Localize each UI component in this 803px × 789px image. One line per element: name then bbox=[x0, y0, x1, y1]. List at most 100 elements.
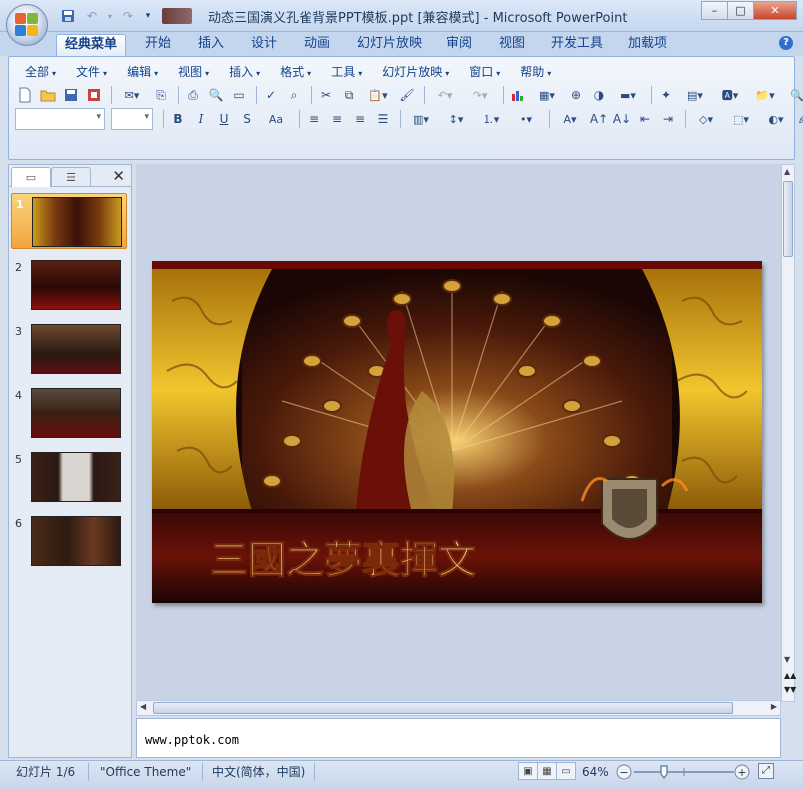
arrange-icon[interactable]: ⬚▾ bbox=[725, 109, 757, 129]
folder-icon[interactable]: 📁▾ bbox=[749, 85, 781, 105]
align-center-icon[interactable]: ≡ bbox=[327, 109, 347, 129]
help-icon[interactable]: ? bbox=[779, 36, 793, 50]
open-icon[interactable] bbox=[38, 85, 58, 105]
current-slide[interactable]: 三國之夢裏揮文 bbox=[152, 261, 762, 603]
zoom-tool-icon[interactable]: 🔍▾ bbox=[784, 85, 803, 105]
background-icon[interactable]: ▬▾ bbox=[612, 85, 644, 105]
save-tool-icon[interactable] bbox=[61, 85, 81, 105]
tab-classic-menu[interactable]: 经典菜单 bbox=[56, 34, 127, 56]
print-preview-icon[interactable]: 🔍 bbox=[206, 85, 226, 105]
scroll-right-icon[interactable]: ▶ bbox=[771, 702, 777, 711]
slide-thumbnail[interactable]: 1 bbox=[11, 193, 127, 249]
quick-styles-icon[interactable]: ◐▾ bbox=[760, 109, 792, 129]
align-left-icon[interactable]: ≡ bbox=[304, 109, 324, 129]
office-button[interactable] bbox=[6, 4, 48, 46]
research-icon[interactable]: ⌕ bbox=[284, 85, 304, 105]
paste-icon[interactable]: 📋▾ bbox=[362, 85, 394, 105]
align-right-icon[interactable]: ≡ bbox=[350, 109, 370, 129]
justify-icon[interactable]: ☰ bbox=[373, 109, 393, 129]
preview-icon[interactable]: ▭ bbox=[229, 85, 249, 105]
underline-button[interactable]: U bbox=[214, 109, 234, 129]
vertical-scroll-thumb[interactable] bbox=[783, 181, 793, 257]
slide-thumbnail[interactable]: 4 bbox=[11, 385, 127, 441]
layout-icon[interactable]: ▤▾ bbox=[679, 85, 711, 105]
redo-icon[interactable]: ↷ bbox=[118, 7, 138, 25]
zoom-slider[interactable]: − + bbox=[616, 763, 752, 781]
close-button[interactable]: ✕ bbox=[753, 1, 797, 20]
menu-help[interactable]: 帮助 ▾ bbox=[510, 61, 561, 83]
cut-icon[interactable]: ✂ bbox=[316, 85, 336, 105]
menu-insert[interactable]: 插入 ▾ bbox=[219, 61, 270, 83]
zoom-level[interactable]: 64% bbox=[576, 763, 615, 781]
textbox-icon[interactable]: 🅰▾ bbox=[714, 85, 746, 105]
increase-font-icon[interactable]: A↑ bbox=[589, 109, 609, 129]
scroll-left-icon[interactable]: ◀ bbox=[140, 702, 146, 711]
tab-slideshow[interactable]: 幻灯片放映 bbox=[349, 34, 430, 56]
tab-design[interactable]: 设计 bbox=[243, 34, 285, 56]
tab-home[interactable]: 开始 bbox=[137, 34, 179, 56]
tab-addins[interactable]: 加载项 bbox=[620, 34, 675, 56]
normal-view-icon[interactable]: ▣ bbox=[518, 762, 538, 780]
copy-icon[interactable]: ⧉ bbox=[339, 85, 359, 105]
slides-tab[interactable]: ▭ bbox=[11, 167, 51, 187]
customize-qat-icon[interactable]: ▾ bbox=[142, 7, 154, 25]
maximize-button[interactable]: □ bbox=[727, 1, 754, 20]
tab-insert[interactable]: 插入 bbox=[190, 34, 232, 56]
menu-tools[interactable]: 工具 ▾ bbox=[321, 61, 372, 83]
redo-tool-icon[interactable]: ↷▾ bbox=[464, 85, 496, 105]
horizontal-scroll-thumb[interactable] bbox=[153, 702, 733, 714]
notes-pane[interactable]: www.pptok.com bbox=[136, 718, 781, 758]
theme-name[interactable]: "Office Theme" bbox=[94, 763, 197, 781]
italic-button[interactable]: I bbox=[191, 109, 211, 129]
decrease-font-icon[interactable]: A↓ bbox=[612, 109, 632, 129]
tab-developer[interactable]: 开发工具 bbox=[543, 34, 611, 56]
numbering-icon[interactable]: ⒈▾ bbox=[475, 109, 507, 129]
minimize-button[interactable]: – bbox=[701, 1, 728, 20]
shapes-icon[interactable]: ◇▾ bbox=[690, 109, 722, 129]
scroll-up-icon[interactable]: ▲ bbox=[784, 167, 790, 176]
menu-window[interactable]: 窗口 ▾ bbox=[459, 61, 510, 83]
new-icon[interactable] bbox=[15, 85, 35, 105]
panel-close-icon[interactable]: ✕ bbox=[112, 167, 125, 185]
slide-thumbnail[interactable]: 5 bbox=[11, 449, 127, 505]
menu-format[interactable]: 格式 ▾ bbox=[270, 61, 321, 83]
horizontal-scrollbar[interactable]: ◀ ▶ bbox=[136, 700, 781, 716]
slide-thumbnail[interactable]: 6 bbox=[11, 513, 127, 569]
hyperlink-icon[interactable]: ⊕ bbox=[566, 85, 586, 105]
tab-view[interactable]: 视图 bbox=[491, 34, 533, 56]
permission-icon[interactable] bbox=[84, 85, 104, 105]
tab-animation[interactable]: 动画 bbox=[296, 34, 338, 56]
increase-indent-icon[interactable]: ⇥ bbox=[658, 109, 678, 129]
menu-edit[interactable]: 编辑 ▾ bbox=[117, 61, 168, 83]
spelling-icon[interactable]: ✓ bbox=[261, 85, 281, 105]
print-icon[interactable]: ⎙ bbox=[183, 85, 203, 105]
fill-icon[interactable]: 🖉 bbox=[795, 109, 803, 129]
menu-file[interactable]: 文件 ▾ bbox=[66, 61, 117, 83]
font-size-combo[interactable] bbox=[111, 108, 153, 130]
undo-icon[interactable]: ↶ bbox=[82, 7, 102, 25]
tab-review[interactable]: 审阅 bbox=[438, 34, 480, 56]
publish-icon[interactable]: ⎘ bbox=[151, 85, 171, 105]
shadow-button[interactable]: S bbox=[237, 109, 257, 129]
slide-thumbnail[interactable]: 2 bbox=[11, 257, 127, 313]
vertical-scrollbar[interactable]: ▲ ▼ ▲▲ ▼▼ bbox=[781, 164, 796, 702]
menu-slideshow[interactable]: 幻灯片放映 ▾ bbox=[372, 61, 459, 83]
bold-button[interactable]: B bbox=[168, 109, 188, 129]
menu-view[interactable]: 视图 ▾ bbox=[168, 61, 219, 83]
chart-icon[interactable] bbox=[508, 85, 528, 105]
decrease-indent-icon[interactable]: ⇤ bbox=[635, 109, 655, 129]
font-name-combo[interactable] bbox=[15, 108, 105, 130]
save-icon[interactable] bbox=[58, 7, 78, 25]
scroll-down-icon[interactable]: ▼ bbox=[784, 655, 790, 664]
menu-all[interactable]: 全部 ▾ bbox=[15, 61, 66, 83]
line-spacing-icon[interactable]: ↕▾ bbox=[440, 109, 472, 129]
format-painter-icon[interactable]: 🖌 bbox=[397, 85, 417, 105]
next-slide-icon[interactable]: ▼▼ bbox=[784, 685, 796, 694]
table-icon[interactable]: ▦▾ bbox=[531, 85, 563, 105]
email-icon[interactable]: ✉▾ bbox=[116, 85, 148, 105]
language-status[interactable]: 中文(简体，中国) bbox=[206, 763, 311, 781]
change-case-button[interactable]: Aa bbox=[260, 109, 292, 129]
previous-slide-icon[interactable]: ▲▲ bbox=[784, 671, 796, 680]
bullets-icon[interactable]: •▾ bbox=[510, 109, 542, 129]
fit-to-window-icon[interactable]: ⤢ bbox=[758, 763, 774, 779]
